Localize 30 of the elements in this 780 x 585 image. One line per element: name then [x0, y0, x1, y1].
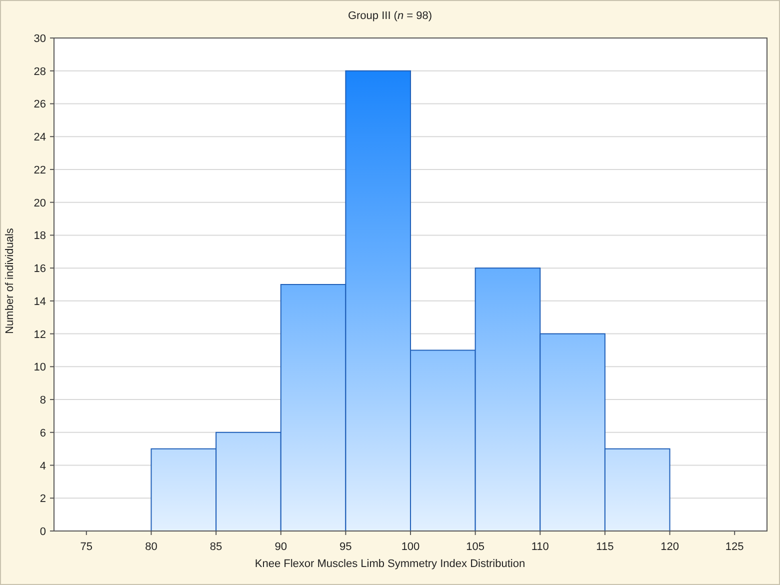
tick-label: 100 [401, 541, 420, 553]
tick-label: 105 [466, 541, 484, 553]
tick-label: 24 [34, 132, 46, 144]
tick-label: 95 [340, 541, 352, 553]
tick-label: 120 [660, 541, 679, 553]
tick-label: 26 [34, 98, 46, 111]
tick-label: 115 [596, 541, 614, 553]
tick-label: 125 [725, 541, 744, 553]
tick-label: 75 [80, 541, 93, 553]
tick-label: 8 [40, 394, 46, 407]
tick-label: 110 [531, 541, 549, 553]
tick-label: 12 [34, 328, 46, 341]
tick-label: 28 [34, 66, 46, 78]
tick-label: 90 [274, 541, 287, 553]
x-axis-label: Knee Flexor Muscles Limb Symmetry Index Distribution [254, 558, 526, 570]
y-axis-label: Number of individuals [4, 228, 16, 334]
tick-label: 6 [40, 427, 46, 440]
tick-label: 85 [210, 541, 222, 553]
tick-label: 16 [34, 263, 46, 276]
tick-label: 80 [145, 541, 158, 553]
tick-label: 30 [34, 33, 46, 45]
tick-label: 20 [34, 197, 46, 210]
tick-label: 18 [34, 230, 46, 242]
chart-title: Group III (n = 98) [348, 10, 432, 22]
tick-label: 4 [40, 460, 46, 472]
tick-label: 0 [40, 526, 46, 538]
tick-label: 22 [34, 164, 46, 176]
tick-label: 2 [40, 493, 46, 506]
tick-label: 14 [34, 296, 46, 308]
tick-label: 10 [34, 362, 46, 374]
